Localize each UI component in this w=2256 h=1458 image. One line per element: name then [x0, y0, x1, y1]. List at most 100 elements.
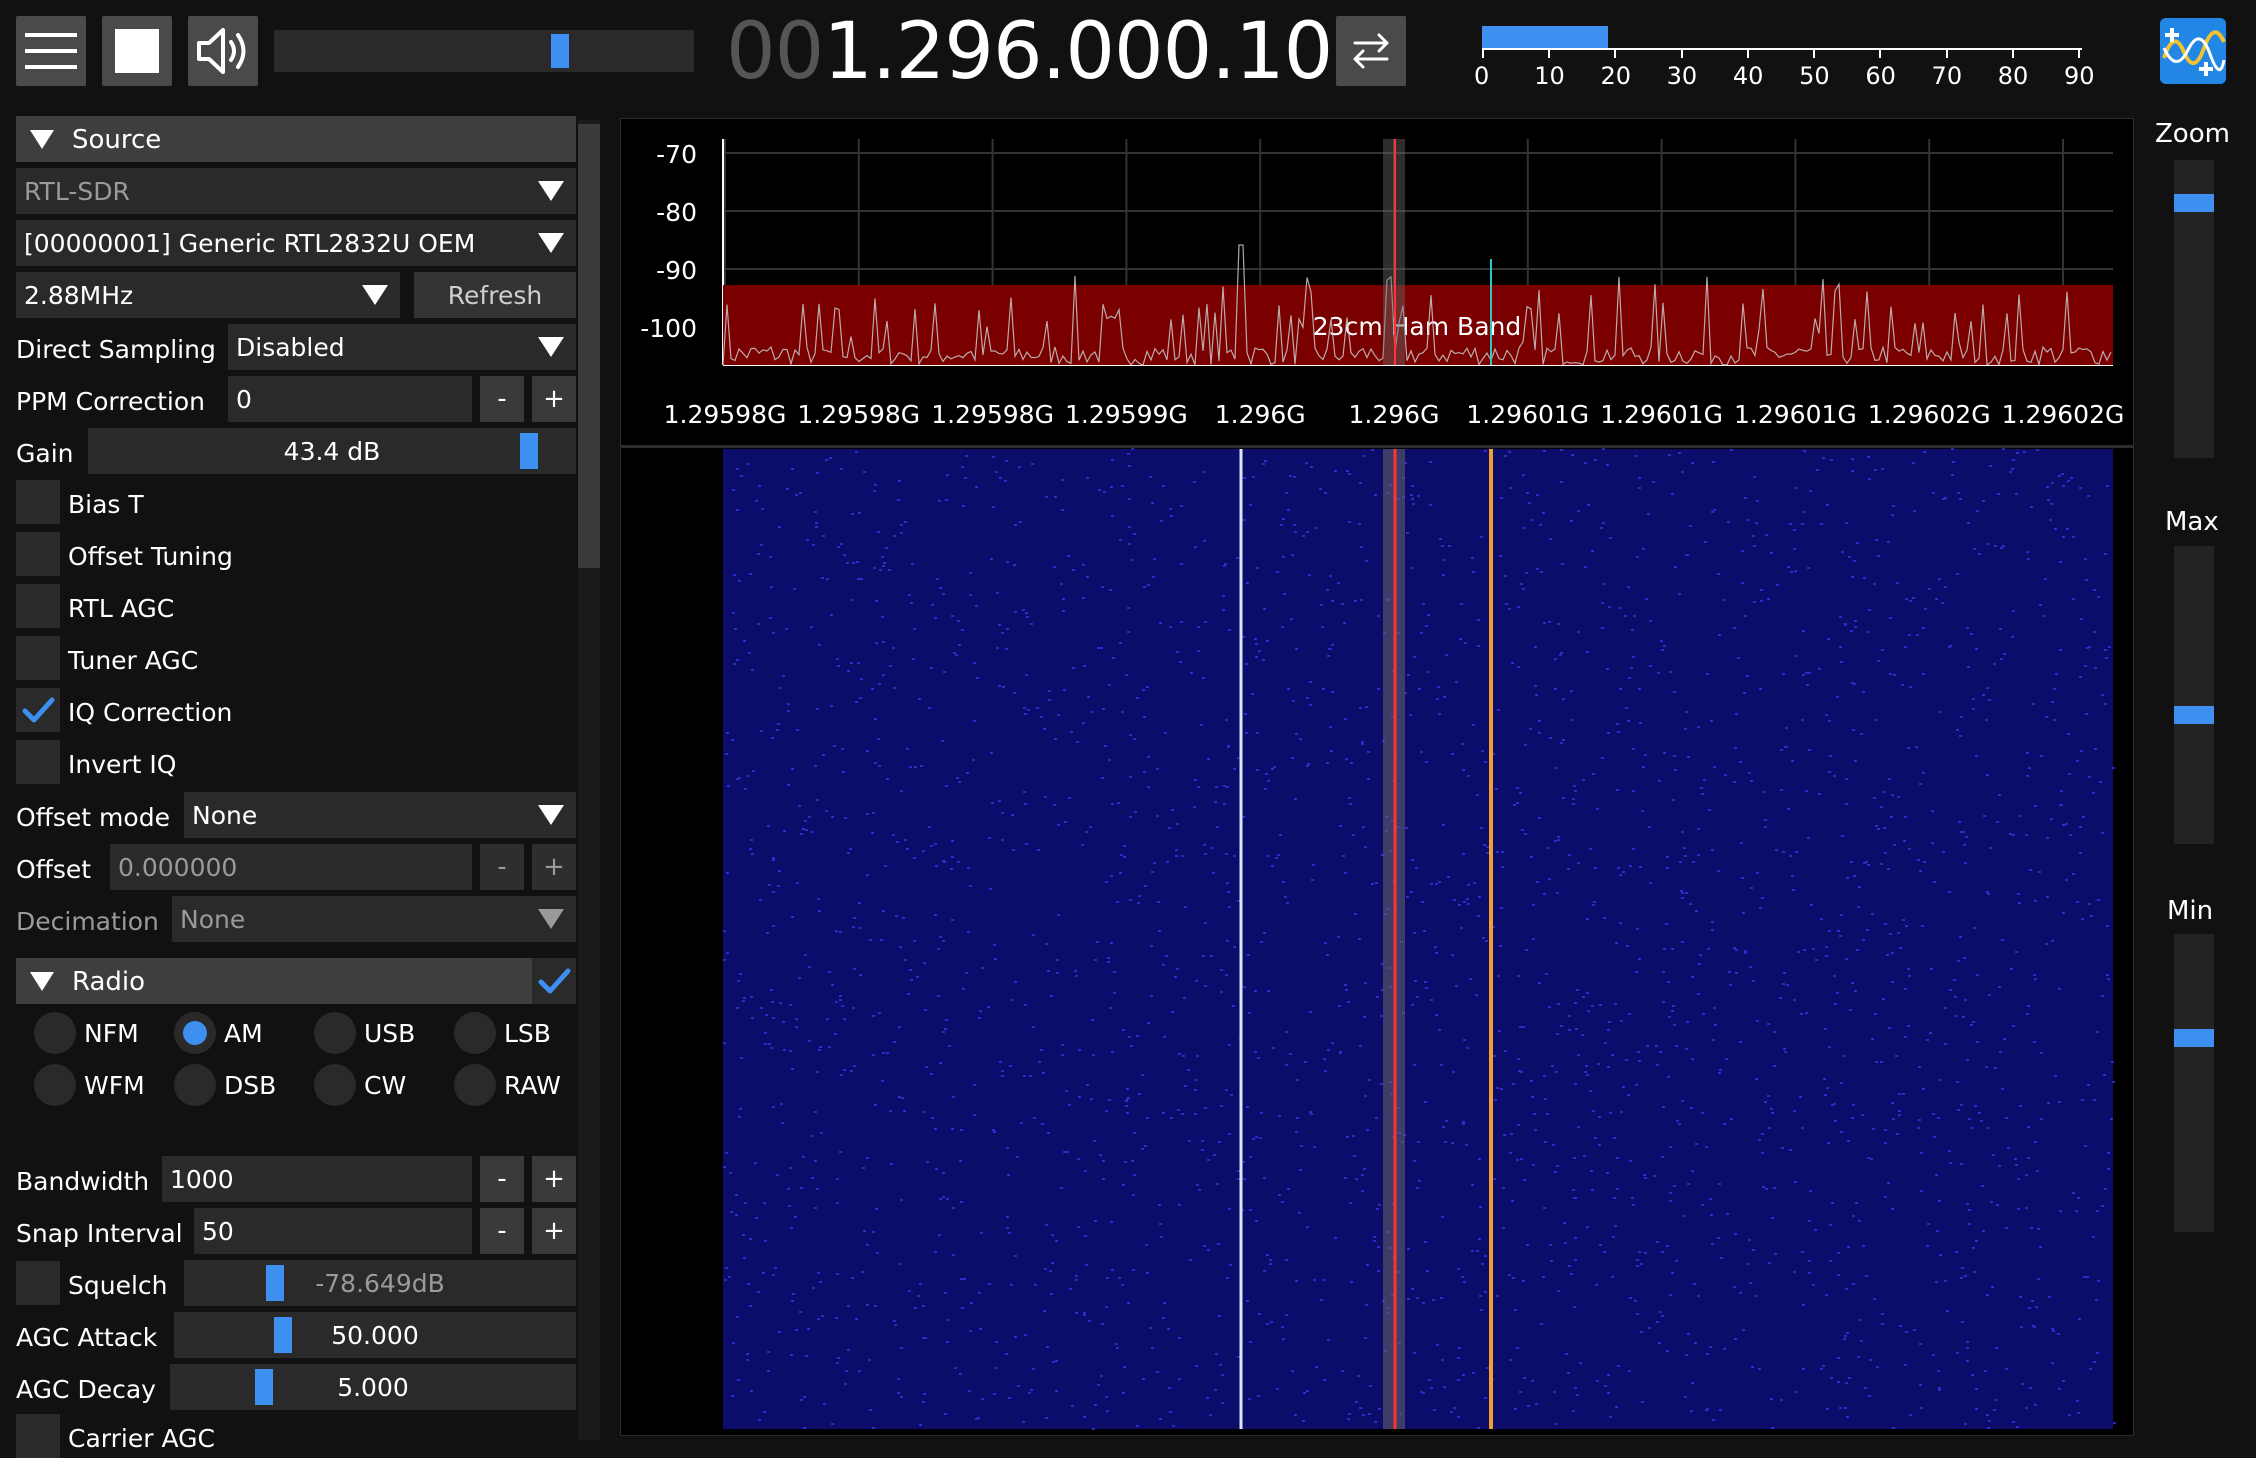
radio-section-header[interactable]: Radio — [16, 958, 532, 1004]
mode-label-raw[interactable]: RAW — [504, 1073, 561, 1098]
frequency-display[interactable]: 001.296.000.100 — [726, 7, 1382, 97]
squelch-slider: -78.649dB — [184, 1260, 576, 1306]
decimation-select: None — [172, 896, 576, 942]
frequency-leading-digits[interactable]: 00 — [726, 7, 824, 97]
max-label: Max — [2165, 507, 2219, 537]
collapse-triangle-icon — [30, 972, 54, 991]
agc-attack-slider-knob[interactable] — [273, 1317, 292, 1353]
checkbox-bias-t[interactable] — [16, 480, 60, 524]
bandwidth-input[interactable]: 1000 — [162, 1156, 472, 1202]
spectrum-waterfall-divider — [621, 445, 2133, 448]
checkbox-label: Tuner AGC — [68, 646, 199, 675]
chevron-down-icon — [538, 909, 564, 929]
bandwidth-label: Bandwidth — [16, 1167, 150, 1196]
bandwidth-decrement-button[interactable]: - — [480, 1156, 524, 1202]
checkbox-offset-tuning[interactable] — [16, 532, 60, 576]
mute-button[interactable] — [188, 16, 258, 86]
mode-label-am[interactable]: AM — [224, 1021, 263, 1046]
refresh-button[interactable]: Refresh — [414, 272, 576, 318]
bandwidth-increment-button[interactable]: + — [532, 1156, 576, 1202]
frequency-digits[interactable]: 1.296.000.100 — [823, 7, 1382, 97]
checkbox-label: Offset Tuning — [68, 542, 233, 571]
mode-radio-usb[interactable] — [314, 1012, 356, 1054]
snap-increment-button[interactable]: + — [532, 1208, 576, 1254]
checkbox-rtl-agc[interactable] — [16, 584, 60, 628]
mode-radio-dsb[interactable] — [174, 1064, 216, 1106]
snr-tick-mark — [1746, 48, 1749, 58]
checkbox-label: Invert IQ — [68, 750, 177, 779]
mode-label-usb[interactable]: USB — [364, 1021, 415, 1046]
gain-slider[interactable]: 43.4 dB — [88, 428, 576, 474]
squelch-checkbox[interactable] — [16, 1261, 60, 1305]
zoom-label: Zoom — [2155, 119, 2230, 149]
x-tick-label: 1.29602G — [1868, 400, 1991, 429]
menu-button[interactable] — [16, 16, 86, 86]
snr-meter: 0 10 20 30 40 50 60 70 80 90 — [1474, 26, 2095, 96]
mode-radio-lsb[interactable] — [454, 1012, 496, 1054]
source-section-header[interactable]: Source — [16, 116, 576, 162]
max-slider[interactable] — [2174, 546, 2214, 844]
offset-mode-select[interactable]: None — [184, 792, 576, 838]
ppm-correction-input[interactable]: 0 — [228, 376, 472, 422]
snap-decrement-button[interactable]: - — [480, 1208, 524, 1254]
ppm-decrement-button[interactable]: - — [480, 376, 524, 422]
zoom-slider[interactable] — [2174, 160, 2214, 458]
snr-tick-label: 10 — [1534, 62, 1565, 90]
min-slider[interactable] — [2174, 934, 2214, 1232]
snap-interval-input[interactable]: 50 — [194, 1208, 472, 1254]
max-slider-knob[interactable] — [2174, 705, 2214, 724]
mode-label-wfm[interactable]: WFM — [84, 1073, 145, 1098]
side-menu-scrollbar-thumb[interactable] — [578, 124, 600, 568]
snr-tick-label: 80 — [1997, 62, 2029, 90]
stop-icon — [115, 29, 159, 73]
volume-slider-knob[interactable] — [551, 34, 570, 68]
snr-tick-label: 20 — [1600, 62, 1631, 90]
device-select[interactable]: [00000001] Generic RTL2832U OEM — [16, 220, 576, 266]
stop-button[interactable] — [102, 16, 172, 86]
source-type-select[interactable]: RTL-SDR — [16, 168, 576, 214]
spectrum-waterfall-panel[interactable]: -70 -80 -90 -100 23cm Ham Band 1.29598G 1.2959… — [620, 118, 2134, 1436]
snr-tick-label: 40 — [1732, 62, 1764, 90]
sample-rate-select[interactable]: 2.88MHz — [16, 272, 400, 318]
gain-label: Gain — [16, 439, 74, 468]
mode-radio-wfm[interactable] — [34, 1064, 76, 1106]
radio-enable-checkbox[interactable] — [532, 958, 576, 1004]
min-label: Min — [2167, 896, 2214, 926]
direct-sampling-value: Disabled — [236, 333, 345, 362]
speaker-icon — [197, 28, 246, 74]
snr-tick-mark — [1680, 48, 1683, 58]
direct-sampling-select[interactable]: Disabled — [228, 324, 576, 370]
mode-label-lsb[interactable]: LSB — [504, 1021, 551, 1046]
side-menu-scrollbar[interactable] — [578, 120, 600, 1440]
mode-radio-cw[interactable] — [314, 1064, 356, 1106]
mode-radio-nfm[interactable] — [34, 1012, 76, 1054]
offset-input: 0.000000 — [110, 844, 472, 890]
zoom-slider-knob[interactable] — [2174, 193, 2214, 212]
swap-arrows-icon — [1353, 33, 1389, 69]
ppm-increment-button[interactable]: + — [532, 376, 576, 422]
agc-attack-slider[interactable]: 50.000 — [174, 1312, 576, 1358]
mode-label-cw[interactable]: CW — [364, 1073, 406, 1098]
mode-label-nfm[interactable]: NFM — [84, 1021, 139, 1046]
checkbox-tuner-agc[interactable] — [16, 636, 60, 680]
snr-tick-mark — [2078, 48, 2080, 58]
spectrum-plot[interactable]: -70 -80 -90 -100 23cm Ham Band 1.29598G 1.2959… — [621, 119, 2133, 1435]
min-slider-knob[interactable] — [2174, 1029, 2214, 1048]
side-menu: Source RTL-SDR [00000001] Generic RTL283… — [0, 116, 600, 1458]
checkmark-icon — [538, 968, 571, 994]
x-tick-label: 1.296G — [1349, 400, 1440, 429]
carrier-agc-label: Carrier AGC — [68, 1424, 215, 1453]
snr-meter-fill — [1482, 26, 1608, 48]
swap-button[interactable] — [1336, 16, 1406, 86]
mode-radio-am[interactable] — [174, 1012, 216, 1054]
mode-label-dsb[interactable]: DSB — [224, 1073, 276, 1098]
volume-slider[interactable] — [274, 30, 694, 72]
carrier-agc-checkbox[interactable] — [16, 1414, 60, 1458]
checkbox-iq-correction[interactable] — [16, 688, 60, 732]
mode-radio-raw[interactable] — [454, 1064, 496, 1106]
sdrpp-logo-icon[interactable] — [2160, 18, 2226, 84]
agc-decay-slider[interactable]: 5.000 — [170, 1364, 576, 1410]
checkbox-invert-iq[interactable] — [16, 740, 60, 784]
gain-slider-knob[interactable] — [520, 433, 539, 469]
agc-decay-slider-knob[interactable] — [255, 1369, 274, 1405]
